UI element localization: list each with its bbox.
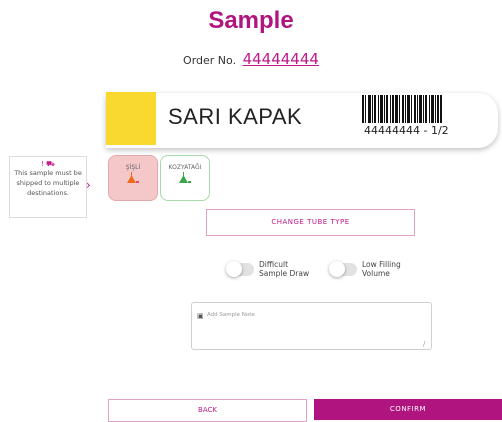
order-number-link[interactable]: 44444444 xyxy=(243,50,319,68)
sample-note-placeholder: Add Sample Note xyxy=(207,312,255,318)
difficult-sample-draw-toggle[interactable] xyxy=(226,261,254,277)
flask-icon xyxy=(109,171,157,190)
flask-icon xyxy=(161,171,209,190)
barcode-image xyxy=(362,95,442,123)
barcode-number: 44444444 - 1/2 xyxy=(364,124,449,137)
tube-cap-color-swatch xyxy=(106,92,156,145)
comment-icon: ▣ xyxy=(197,312,204,320)
change-tube-type-button[interactable]: CHANGE TUBE TYPE xyxy=(206,209,415,236)
multi-destination-notice: ! ⛟ This sample must be shipped to multi… xyxy=(9,156,87,218)
sample-note-textarea[interactable] xyxy=(191,302,432,350)
toggle-knob xyxy=(226,261,242,277)
alert-icon: ! xyxy=(41,160,44,168)
order-number-row: Order No. 44444444 xyxy=(0,50,502,68)
toggle-knob xyxy=(329,261,345,277)
low-filling-volume-label: Low Filling Volume xyxy=(362,260,401,278)
confirm-button[interactable]: CONFIRM xyxy=(314,399,502,420)
destination-button-kozyatagi[interactable]: KOZYATAĞI xyxy=(160,155,210,201)
truck-icon: ⛟ xyxy=(46,160,55,168)
destination-label: ŞİŞLİ xyxy=(125,164,141,171)
destination-button-sisli[interactable]: ŞİŞLİ xyxy=(108,155,158,201)
resize-handle-icon[interactable]: ∕ xyxy=(423,340,425,348)
notice-icons: ! ⛟ xyxy=(10,160,86,168)
chevron-right-icon[interactable]: › xyxy=(86,178,91,192)
order-label: Order No. xyxy=(183,54,237,67)
difficult-sample-draw-label: Difficult Sample Draw xyxy=(259,260,310,278)
notice-text: This sample must be shipped to multiple … xyxy=(14,169,82,197)
low-filling-volume-toggle[interactable] xyxy=(329,261,357,277)
tube-name: SARI KAPAK xyxy=(168,104,303,129)
page-title: Sample xyxy=(208,7,294,34)
destination-label: KOZYATAĞI xyxy=(168,164,202,171)
back-button[interactable]: BACK xyxy=(108,399,307,422)
